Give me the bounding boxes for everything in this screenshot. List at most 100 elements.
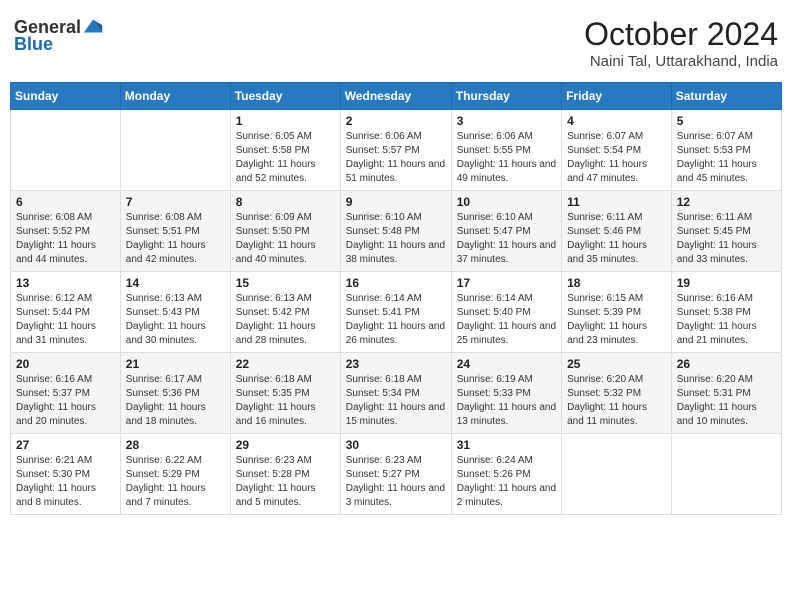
calendar-cell: 20 Sunrise: 6:16 AM Sunset: 5:37 PM Dayli… xyxy=(11,353,121,434)
week-row-3: 13Sunrise: 6:12 AM Sunset: 5:44 PM Dayli… xyxy=(11,272,782,353)
calendar-cell: 14Sunrise: 6:13 AM Sunset: 5:43 PM Dayli… xyxy=(120,272,230,353)
calendar-cell: 11 Sunrise: 6:11 AM Sunset: 5:46 PM Dayli… xyxy=(562,191,672,272)
calendar-cell xyxy=(11,110,121,191)
calendar-cell: 10 Sunrise: 6:10 AM Sunset: 5:47 PM Dayli… xyxy=(451,191,561,272)
calendar-cell: 21Sunrise: 6:17 AM Sunset: 5:36 PM Dayli… xyxy=(120,353,230,434)
cell-content: Sunrise: 6:14 AM Sunset: 5:40 PM Dayligh… xyxy=(457,292,556,348)
day-number: 19 xyxy=(677,276,776,290)
day-number: 18 xyxy=(567,276,666,290)
day-number: 6 xyxy=(16,195,115,209)
header-row: Sunday Monday Tuesday Wednesday Thursday… xyxy=(11,83,782,110)
calendar-cell: 29 Sunrise: 6:23 AM Sunset: 5:28 PM Dayli… xyxy=(230,434,340,515)
cell-content: Sunrise: 6:24 AM Sunset: 5:26 PM Dayligh… xyxy=(457,454,556,510)
week-row-2: 6 Sunrise: 6:08 AM Sunset: 5:52 PM Daylig… xyxy=(11,191,782,272)
calendar-cell: 25 Sunrise: 6:20 AM Sunset: 5:32 PM Dayli… xyxy=(562,353,672,434)
day-number: 28 xyxy=(126,438,225,452)
cell-content: Sunrise: 6:17 AM Sunset: 5:36 PM Dayligh… xyxy=(126,373,225,429)
calendar-cell: 9Sunrise: 6:10 AM Sunset: 5:48 PM Daylig… xyxy=(340,191,451,272)
cell-content: Sunrise: 6:12 AM Sunset: 5:44 PM Dayligh… xyxy=(16,292,115,348)
header: General Blue October 2024 Naini Tal, Utt… xyxy=(10,10,782,76)
cell-content: Sunrise: 6:18 AM Sunset: 5:34 PM Dayligh… xyxy=(346,373,446,429)
day-number: 30 xyxy=(346,438,446,452)
calendar-cell: 12 Sunrise: 6:11 AM Sunset: 5:45 PM Dayli… xyxy=(671,191,781,272)
day-number: 11 xyxy=(567,195,666,209)
cell-content: Sunrise: 6:10 AM Sunset: 5:47 PM Dayligh… xyxy=(457,211,556,267)
calendar-cell: 7 Sunrise: 6:08 AM Sunset: 5:51 PM Daylig… xyxy=(120,191,230,272)
cell-content: Sunrise: 6:20 AM Sunset: 5:32 PM Dayligh… xyxy=(567,373,666,429)
week-row-5: 27 Sunrise: 6:21 AM Sunset: 5:30 PM Dayli… xyxy=(11,434,782,515)
cell-content: Sunrise: 6:07 AM Sunset: 5:54 PM Dayligh… xyxy=(567,130,666,186)
day-number: 17 xyxy=(457,276,556,290)
calendar-table: Sunday Monday Tuesday Wednesday Thursday… xyxy=(10,82,782,515)
cell-content: Sunrise: 6:10 AM Sunset: 5:48 PM Dayligh… xyxy=(346,211,446,267)
calendar-cell: 3 Sunrise: 6:06 AM Sunset: 5:55 PM Daylig… xyxy=(451,110,561,191)
calendar-cell: 27 Sunrise: 6:21 AM Sunset: 5:30 PM Dayli… xyxy=(11,434,121,515)
calendar-cell: 2 Sunrise: 6:06 AM Sunset: 5:57 PM Daylig… xyxy=(340,110,451,191)
calendar-cell: 5 Sunrise: 6:07 AM Sunset: 5:53 PM Daylig… xyxy=(671,110,781,191)
day-number: 20 xyxy=(16,357,115,371)
header-sunday: Sunday xyxy=(11,83,121,110)
calendar-cell: 24Sunrise: 6:19 AM Sunset: 5:33 PM Dayli… xyxy=(451,353,561,434)
week-row-4: 20 Sunrise: 6:16 AM Sunset: 5:37 PM Dayli… xyxy=(11,353,782,434)
day-number: 3 xyxy=(457,114,556,128)
logo-blue: Blue xyxy=(14,34,53,55)
cell-content: Sunrise: 6:09 AM Sunset: 5:50 PM Dayligh… xyxy=(236,211,335,267)
cell-content: Sunrise: 6:13 AM Sunset: 5:43 PM Dayligh… xyxy=(126,292,225,348)
calendar-cell: 6 Sunrise: 6:08 AM Sunset: 5:52 PM Daylig… xyxy=(11,191,121,272)
day-number: 16 xyxy=(346,276,446,290)
cell-content: Sunrise: 6:06 AM Sunset: 5:57 PM Dayligh… xyxy=(346,130,446,186)
day-number: 31 xyxy=(457,438,556,452)
cell-content: Sunrise: 6:16 AM Sunset: 5:38 PM Dayligh… xyxy=(677,292,776,348)
cell-content: Sunrise: 6:11 AM Sunset: 5:46 PM Dayligh… xyxy=(567,211,666,267)
cell-content: Sunrise: 6:21 AM Sunset: 5:30 PM Dayligh… xyxy=(16,454,115,510)
header-wednesday: Wednesday xyxy=(340,83,451,110)
header-friday: Friday xyxy=(562,83,672,110)
header-tuesday: Tuesday xyxy=(230,83,340,110)
day-number: 1 xyxy=(236,114,335,128)
calendar-cell xyxy=(120,110,230,191)
day-number: 27 xyxy=(16,438,115,452)
cell-content: Sunrise: 6:11 AM Sunset: 5:45 PM Dayligh… xyxy=(677,211,776,267)
location-title: Naini Tal, Uttarakhand, India xyxy=(584,53,778,70)
day-number: 29 xyxy=(236,438,335,452)
calendar-cell xyxy=(671,434,781,515)
calendar-cell: 1Sunrise: 6:05 AM Sunset: 5:58 PM Daylig… xyxy=(230,110,340,191)
calendar-cell: 28 Sunrise: 6:22 AM Sunset: 5:29 PM Dayli… xyxy=(120,434,230,515)
logo-icon xyxy=(82,16,104,38)
calendar-cell: 18Sunrise: 6:15 AM Sunset: 5:39 PM Dayli… xyxy=(562,272,672,353)
calendar-cell: 19 Sunrise: 6:16 AM Sunset: 5:38 PM Dayli… xyxy=(671,272,781,353)
cell-content: Sunrise: 6:08 AM Sunset: 5:51 PM Dayligh… xyxy=(126,211,225,267)
cell-content: Sunrise: 6:22 AM Sunset: 5:29 PM Dayligh… xyxy=(126,454,225,510)
cell-content: Sunrise: 6:07 AM Sunset: 5:53 PM Dayligh… xyxy=(677,130,776,186)
calendar-cell: 30Sunrise: 6:23 AM Sunset: 5:27 PM Dayli… xyxy=(340,434,451,515)
cell-content: Sunrise: 6:13 AM Sunset: 5:42 PM Dayligh… xyxy=(236,292,335,348)
day-number: 15 xyxy=(236,276,335,290)
cell-content: Sunrise: 6:23 AM Sunset: 5:28 PM Dayligh… xyxy=(236,454,335,510)
calendar-cell: 17 Sunrise: 6:14 AM Sunset: 5:40 PM Dayli… xyxy=(451,272,561,353)
calendar-cell: 8 Sunrise: 6:09 AM Sunset: 5:50 PM Daylig… xyxy=(230,191,340,272)
day-number: 26 xyxy=(677,357,776,371)
day-number: 7 xyxy=(126,195,225,209)
week-row-1: 1Sunrise: 6:05 AM Sunset: 5:58 PM Daylig… xyxy=(11,110,782,191)
calendar-cell: 16Sunrise: 6:14 AM Sunset: 5:41 PM Dayli… xyxy=(340,272,451,353)
calendar-cell: 4Sunrise: 6:07 AM Sunset: 5:54 PM Daylig… xyxy=(562,110,672,191)
day-number: 12 xyxy=(677,195,776,209)
calendar-cell: 15 Sunrise: 6:13 AM Sunset: 5:42 PM Dayli… xyxy=(230,272,340,353)
day-number: 25 xyxy=(567,357,666,371)
day-number: 10 xyxy=(457,195,556,209)
cell-content: Sunrise: 6:20 AM Sunset: 5:31 PM Dayligh… xyxy=(677,373,776,429)
month-title: October 2024 xyxy=(584,16,778,53)
cell-content: Sunrise: 6:06 AM Sunset: 5:55 PM Dayligh… xyxy=(457,130,556,186)
calendar-cell: 23Sunrise: 6:18 AM Sunset: 5:34 PM Dayli… xyxy=(340,353,451,434)
cell-content: Sunrise: 6:16 AM Sunset: 5:37 PM Dayligh… xyxy=(16,373,115,429)
header-saturday: Saturday xyxy=(671,83,781,110)
calendar-cell: 26 Sunrise: 6:20 AM Sunset: 5:31 PM Dayli… xyxy=(671,353,781,434)
header-thursday: Thursday xyxy=(451,83,561,110)
calendar-cell: 31 Sunrise: 6:24 AM Sunset: 5:26 PM Dayli… xyxy=(451,434,561,515)
cell-content: Sunrise: 6:08 AM Sunset: 5:52 PM Dayligh… xyxy=(16,211,115,267)
cell-content: Sunrise: 6:19 AM Sunset: 5:33 PM Dayligh… xyxy=(457,373,556,429)
day-number: 5 xyxy=(677,114,776,128)
cell-content: Sunrise: 6:18 AM Sunset: 5:35 PM Dayligh… xyxy=(236,373,335,429)
day-number: 8 xyxy=(236,195,335,209)
day-number: 2 xyxy=(346,114,446,128)
